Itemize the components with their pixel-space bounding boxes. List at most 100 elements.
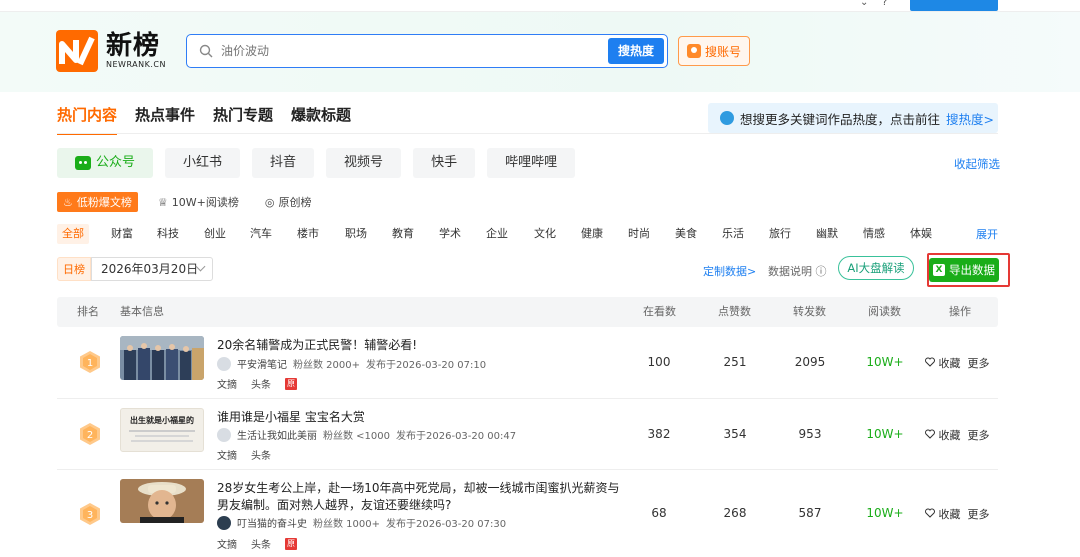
article-title[interactable]: 谁用谁是小福星 宝宝名大赏 (217, 409, 637, 426)
category-item[interactable]: 科技 (157, 224, 179, 244)
favorite-button[interactable]: 收藏 (925, 355, 961, 371)
table-row[interactable]: 2 出生就是小福星的 谁用谁是小福星 宝宝名大赏 生活让我如此美丽 粉丝数 <1… (57, 399, 998, 470)
search-input[interactable] (221, 41, 581, 61)
article-title[interactable]: 20余名辅警成为正式民警！辅警必看! (217, 337, 637, 354)
tab-hot-events[interactable]: 热点事件 (135, 104, 195, 135)
watching-count: 382 (647, 427, 671, 441)
share-count: 2095 (794, 355, 826, 369)
top-login-button[interactable] (910, 0, 998, 11)
read-count: 10W+ (866, 427, 904, 441)
category-item[interactable]: 创业 (204, 224, 226, 244)
header-reads: 阅读数 (868, 305, 901, 318)
watching-count: 100 (647, 355, 671, 369)
date-value: 2026年03月20日 (101, 262, 199, 276)
category-all[interactable]: 全部 (57, 224, 89, 244)
avatar[interactable] (217, 427, 231, 442)
category-item[interactable]: 职场 (345, 224, 367, 244)
more-button[interactable]: 更多 (968, 506, 990, 522)
platform-tabs: 公众号 小红书 抖音 视频号 快手 哔哩哔哩 (57, 148, 576, 178)
platform-label: 公众号 (96, 155, 136, 170)
more-button[interactable]: 更多 (968, 355, 990, 371)
tab-hot-content[interactable]: 热门内容 (57, 104, 118, 135)
article-thumbnail[interactable] (120, 336, 204, 380)
author-name[interactable]: 生活让我如此美丽 (237, 427, 317, 442)
category-item[interactable]: 企业 (486, 224, 508, 244)
avatar[interactable] (217, 356, 231, 371)
author-name[interactable]: 叮当猫的奋斗史 (237, 515, 307, 530)
tab-10w-reads[interactable]: ♕ 10W+阅读榜 (152, 192, 245, 212)
category-filter: 全部 财富 科技 创业 汽车 楼市 职场 教育 学术 企业 文化 健康 时尚 美… (57, 224, 998, 244)
category-item[interactable]: 乐活 (722, 224, 744, 244)
category-item[interactable]: 旅行 (769, 224, 791, 244)
custom-data-link[interactable]: 定制数据> (703, 263, 756, 279)
platform-channels[interactable]: 视频号 (326, 148, 402, 178)
tab-original[interactable]: ◎ 原创榜 (259, 192, 318, 212)
platform-douyin[interactable]: 抖音 (252, 148, 315, 178)
author-name[interactable]: 平安滑笔记 (237, 356, 287, 371)
category-item[interactable]: 健康 (581, 224, 603, 244)
ai-analysis-button[interactable]: AI大盘解读 (838, 256, 914, 280)
rank-medal-icon: 2 (80, 423, 100, 445)
tag-digest: 文摘 (217, 380, 237, 391)
fan-count: 粉丝数 2000+ (293, 360, 361, 371)
platform-xiaohongshu[interactable]: 小红书 (165, 148, 241, 178)
fan-count: 粉丝数 <1000 (323, 431, 391, 442)
avatar[interactable] (217, 515, 231, 530)
category-item[interactable]: 美食 (675, 224, 697, 244)
platform-bilibili[interactable]: 哔哩哔哩 (487, 148, 576, 178)
daily-ranking-tag[interactable]: 日榜 (57, 257, 91, 281)
category-item[interactable]: 时尚 (628, 224, 650, 244)
table-row[interactable]: 3 28岁女生考公上岸，赴一场10年高中死党局，却被一线城市闺蜜扒光薪资与男友编… (57, 470, 998, 557)
chevron-down-icon[interactable]: ⌄ (860, 0, 868, 8)
favorite-button[interactable]: 收藏 (925, 427, 961, 443)
original-badge: 原 (285, 377, 297, 390)
table-row[interactable]: 1 20余名辅警成为正式民警！辅警必看! 平安滑笔记 粉丝数 2000+ 发布于… (57, 327, 998, 399)
logo-domain: NEWRANK.CN (106, 60, 166, 69)
category-item[interactable]: 文化 (534, 224, 556, 244)
search-hot-button[interactable]: 搜热度 (608, 38, 664, 64)
article-tags: 文摘 头条 原 (217, 376, 297, 391)
date-select[interactable]: 2026年03月20日 (91, 257, 213, 281)
article-meta: 生活让我如此美丽 粉丝数 <1000 发布于2026-03-20 00:47 (217, 427, 516, 442)
tag-digest: 文摘 (217, 451, 237, 462)
help-icon[interactable]: ? (882, 0, 887, 8)
search-icon (199, 44, 213, 58)
category-item[interactable]: 体娱 (910, 224, 932, 244)
favorite-label: 收藏 (938, 357, 961, 370)
article-thumbnail[interactable]: 出生就是小福星的 (120, 408, 204, 452)
collapse-filter-link[interactable]: 收起筛选 (954, 156, 1000, 172)
tab-label: 10W+阅读榜 (171, 196, 239, 209)
rank-number: 3 (87, 510, 93, 521)
header-actions: 操作 (949, 305, 971, 318)
hint-text: 想搜更多关键词作品热度，点击前往 (740, 111, 941, 127)
heart-icon (925, 357, 935, 367)
category-item[interactable]: 财富 (111, 224, 133, 244)
search-account-label: 搜账号 (704, 44, 741, 59)
heart-icon (925, 429, 935, 439)
favorite-button[interactable]: 收藏 (925, 506, 961, 522)
rank-medal-icon: 1 (80, 351, 100, 373)
more-button[interactable]: 更多 (968, 427, 990, 443)
tab-low-fan-viral[interactable]: ♨ 低粉爆文榜 (57, 192, 138, 212)
fire-icon: ♨ (63, 195, 73, 209)
expand-categories-link[interactable]: 展开 (976, 226, 998, 242)
platform-kuaishou[interactable]: 快手 (413, 148, 476, 178)
category-item[interactable]: 楼市 (297, 224, 319, 244)
site-logo[interactable]: 新榜 NEWRANK.CN (56, 30, 166, 72)
search-account-button[interactable]: 搜账号 (678, 36, 750, 66)
header-shares: 转发数 (793, 305, 826, 318)
original-icon: ◎ (264, 195, 275, 209)
category-item[interactable]: 情感 (863, 224, 885, 244)
category-item[interactable]: 教育 (392, 224, 414, 244)
article-title[interactable]: 28岁女生考公上岸，赴一场10年高中死党局，却被一线城市闺蜜扒光薪资与男友编制。… (217, 480, 627, 514)
like-count: 354 (723, 427, 747, 441)
platform-wechat[interactable]: 公众号 (57, 148, 154, 178)
article-thumbnail[interactable] (120, 479, 204, 523)
hint-link[interactable]: 搜热度> (946, 109, 994, 128)
category-item[interactable]: 汽车 (250, 224, 272, 244)
category-item[interactable]: 幽默 (816, 224, 838, 244)
tab-hot-topics[interactable]: 热门专题 (213, 104, 273, 135)
tab-viral-titles[interactable]: 爆款标题 (291, 104, 351, 135)
data-explanation[interactable]: 数据说明 ⓘ (768, 263, 827, 279)
category-item[interactable]: 学术 (439, 224, 461, 244)
